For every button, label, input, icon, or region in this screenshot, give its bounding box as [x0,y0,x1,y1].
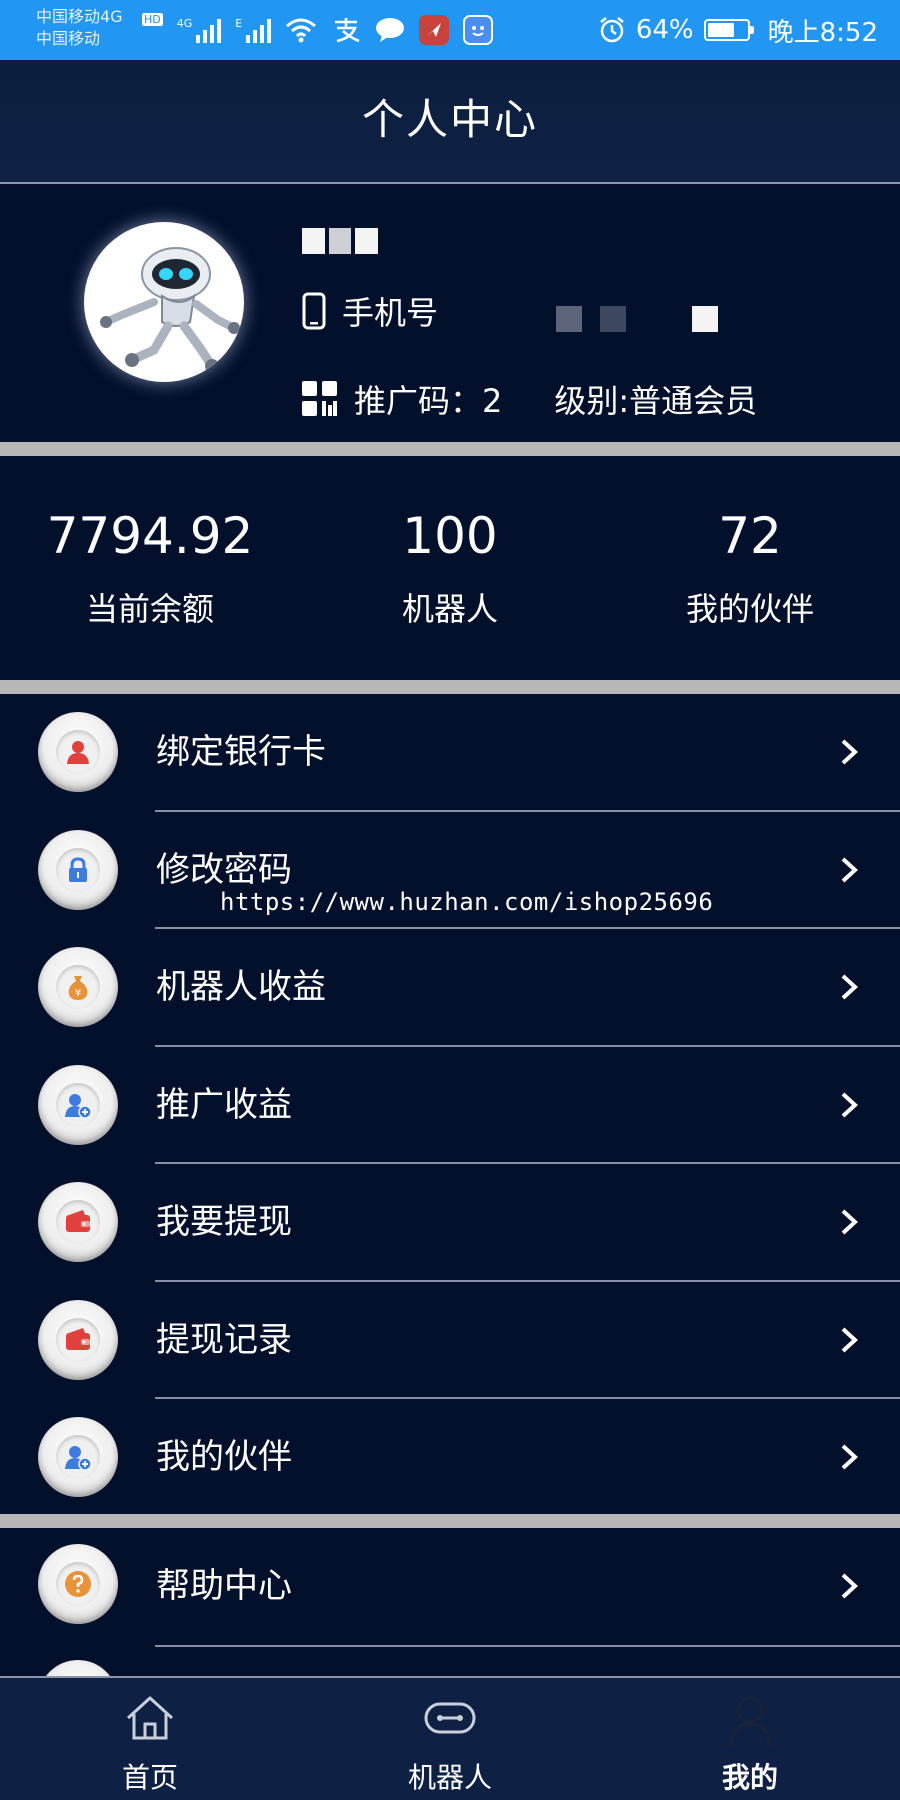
status-bar: 中国移动4G 中国移动 HD 4G E 64% 晚上8:52 [0,0,900,60]
menu-item-label: 绑定银行卡 [156,732,326,772]
app-notification-icon [419,15,450,45]
robot-avatar-icon [100,247,240,373]
chevron-right-icon [841,1444,858,1470]
masked-phone-number [556,306,718,332]
chevron-right-icon [841,1092,858,1117]
lock-icon [38,829,118,910]
qrcode-icon [302,381,337,416]
chevron-right-icon [841,1327,858,1352]
wallet-icon [38,1182,118,1262]
menu-item-label: 提现记录 [156,1319,292,1360]
signal-1-icon: 4G [177,17,222,43]
stat-label: 我的伙伴 [685,590,814,628]
menu-item-label: 推广收益 [156,1084,292,1125]
promo-code: 推广码：2 [354,382,503,420]
menu-separator [155,1645,900,1647]
menu-list: 绑定银行卡 修改密码 ¥ 机器人收益 推广收益 我要提现 提现记录 我的伙伴 [0,694,900,1514]
svg-text:¥: ¥ [75,988,81,999]
battery-icon [703,19,754,41]
nav-item-robot[interactable]: 机器人 [300,1678,600,1800]
menu-item-label: 帮助中心 [156,1566,292,1606]
menu-item-bind-bank-card[interactable]: 绑定银行卡 [0,694,900,812]
wallet-icon [38,1299,118,1380]
chevron-right-icon [841,1573,858,1599]
section-divider [0,442,900,456]
stat-label: 当前余额 [85,590,214,628]
carrier-line-1: 中国移动4G [36,7,123,26]
person-icon [728,1696,772,1746]
profile-card: 手机号 推广码：2 级别:普通会员 [0,186,900,442]
chat-icon [376,18,405,42]
user-add-icon [38,1064,118,1145]
carrier-info: 中国移动4G 中国移动 [36,6,123,50]
nav-label: 我的 [721,1761,778,1794]
carrier-line-2: 中国移动 [36,29,101,48]
menu-item-label: 我要提现 [156,1202,292,1242]
nav-label: 首页 [121,1761,178,1794]
promo-row: 推广码：2 级别:普通会员 [302,376,757,422]
net-badge: 4G [176,17,193,30]
battery-percent: 64% [635,15,694,45]
status-time: 晚上8:52 [767,17,878,48]
page-title: 个人中心 [361,95,538,144]
menu-item-help-center[interactable]: 帮助中心 [0,1528,900,1646]
stats-panel: 7794.92 当前余额 100 机器人 72 我的伙伴 [0,456,900,680]
menu-item-my-partners[interactable]: 我的伙伴 [0,1399,900,1517]
user-icon [38,712,118,792]
stat-value: 72 [718,507,782,565]
stat-value: 7794.92 [46,507,254,565]
bottom-nav: 首页 机器人 我的 [0,1676,900,1800]
stat-balance[interactable]: 7794.92 当前余额 [0,456,300,680]
user-add-icon [38,1417,118,1497]
watermark-text: https://www.huzhan.com/ishop25696 [220,888,714,916]
page-header: 个人中心 [0,60,900,184]
hd-badge: HD [142,12,163,26]
robot-icon [424,1702,476,1734]
chevron-right-icon [841,974,858,1000]
stat-robots[interactable]: 100 机器人 [300,456,600,680]
wifi-icon [286,18,317,43]
masked-username [302,228,379,254]
nav-item-home[interactable]: 首页 [0,1678,300,1800]
menu-list-secondary: 帮助中心 [0,1528,900,1676]
avatar[interactable] [84,222,244,382]
nav-label: 机器人 [407,1761,492,1794]
menu-item-promo-earnings[interactable]: 推广收益 [0,1047,900,1164]
section-divider [0,680,900,694]
status-icons-right: 64% 晚上8:52 [598,10,878,50]
phone-row: 手机号 [302,288,438,334]
menu-item-label: 我的伙伴 [156,1437,292,1477]
menu-item-robot-earnings[interactable]: ¥ 机器人收益 [0,929,900,1047]
stat-value: 100 [402,507,498,565]
app-message-icon [463,15,494,45]
phone-icon [302,292,326,330]
status-icons-left: HD 4G E [142,12,494,46]
chevron-right-icon [841,857,858,882]
nav-item-mine[interactable]: 我的 [600,1678,900,1800]
menu-item-label: 机器人收益 [156,967,326,1007]
menu-icon-partial [38,1660,118,1676]
stat-partners[interactable]: 72 我的伙伴 [600,456,900,680]
alipay-icon [335,18,360,43]
alarm-icon [600,17,624,43]
edge-badge: E [235,17,243,30]
chevron-right-icon [841,1209,858,1235]
menu-item-withdraw[interactable]: 我要提现 [0,1164,900,1282]
help-icon [38,1544,118,1624]
signal-2-icon: E [235,17,272,43]
chevron-right-icon [841,739,858,765]
phone-label: 手机号 [342,294,439,332]
home-icon [126,1696,174,1740]
menu-item-withdraw-records[interactable]: 提现记录 [0,1282,900,1399]
money-bag-icon: ¥ [38,947,118,1027]
member-level: 级别:普通会员 [554,382,758,420]
section-divider [0,1514,900,1528]
stat-label: 机器人 [401,590,498,628]
